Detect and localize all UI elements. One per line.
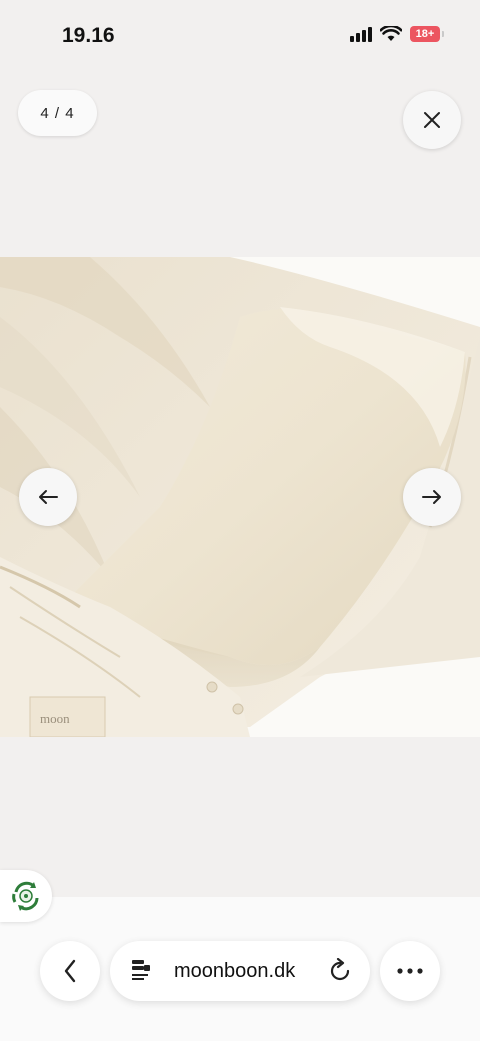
ellipsis-icon bbox=[397, 968, 423, 974]
more-options-button[interactable] bbox=[380, 941, 440, 1001]
url-text: moonboon.dk bbox=[174, 960, 296, 982]
status-bar: 19.16 18+ bbox=[0, 0, 480, 72]
arrow-right-icon bbox=[422, 490, 441, 504]
wifi-icon bbox=[380, 26, 402, 41]
chevron-left-icon bbox=[64, 959, 76, 983]
page-info-icon bbox=[132, 960, 150, 980]
battery-icon: 18+ bbox=[410, 26, 444, 42]
cellular-signal-icon bbox=[350, 26, 372, 42]
reload-icon[interactable] bbox=[327, 958, 353, 984]
back-button[interactable] bbox=[40, 941, 100, 1001]
image-counter: 4 / 4 bbox=[18, 90, 97, 136]
battery-label: 18+ bbox=[415, 28, 435, 40]
recycle-leaf-icon bbox=[12, 881, 39, 911]
close-icon bbox=[424, 112, 440, 128]
next-image-button[interactable] bbox=[403, 468, 461, 526]
brand-label-text: moon bbox=[40, 711, 70, 726]
arrow-left-icon bbox=[39, 490, 58, 504]
eco-badge[interactable] bbox=[0, 870, 52, 922]
address-bar[interactable]: moonboon.dk bbox=[110, 941, 370, 1001]
previous-image-button[interactable] bbox=[19, 468, 77, 526]
close-button[interactable] bbox=[403, 91, 461, 149]
status-icons: 18+ bbox=[350, 26, 444, 42]
status-time: 19.16 bbox=[62, 24, 115, 47]
